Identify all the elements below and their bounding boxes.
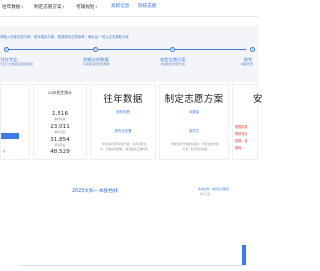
step-dot-3: 3	[170, 47, 175, 52]
step-sub-3: 模拟制定志愿方案	[160, 62, 185, 66]
login-card: 办	[0, 84, 30, 160]
chart-bar	[242, 245, 246, 265]
extra-text-3: 数据，含	[235, 139, 248, 143]
chart-axis	[20, 265, 245, 266]
view-by-school-link[interactable]: 院校查看	[91, 109, 155, 114]
extra-text-1: 根据高校	[235, 125, 248, 129]
feature-cards: 办 24年招生统计 1,516 本科院校 23,011 本科专业 31,854 …	[0, 84, 263, 160]
chart-note: 各地文科一本招生分数线	[198, 187, 229, 191]
stats-card: 24年招生统计 1,516 本科院校 23,011 本科专业 31,854 专科…	[33, 84, 87, 160]
process-steps: 请输入年度志愿方案，填写模拟方案，数据报告仅供参考，确认后一切以正式录取为准 1…	[0, 26, 258, 82]
extra-card: 安 根据高校 院校专业 数据，含 理政...	[232, 84, 263, 160]
chart-sub: 统计口径	[200, 193, 211, 196]
chevron-down-icon: ▾	[21, 5, 24, 9]
stat-label-3: 专科专业	[54, 143, 66, 147]
past-data-desc: 查询高校历年录取分数、往年录取位次、分数线等数据，助您做出正确判断	[100, 142, 148, 151]
info-banner: 请输入年度志愿方案，填写模拟方案，数据报告仅供参考，确认后一切以正式录取为准	[0, 35, 129, 39]
past-data-title: 往年数据	[103, 94, 143, 105]
top-navigation: 往年数据▾ 制定志愿方案▾ 考辅规划▾ 高校信息 院校志愿	[0, 0, 258, 17]
view-by-major-link[interactable]: 按专业查看	[91, 128, 155, 133]
step-dot-4: 4	[250, 47, 255, 52]
nav-item-school-pref[interactable]: 院校志愿	[138, 4, 156, 10]
extra-title: 安	[253, 94, 263, 105]
login-hint: 办	[3, 149, 6, 153]
past-data-card[interactable]: 往年数据 院校查看 按专业查看 查询高校历年录取分数、往年录取位次、分数线等数据…	[90, 84, 156, 160]
step-dot-2: 2	[93, 47, 98, 52]
stat-label-2: 本科专业	[54, 130, 66, 134]
stats-title: 24年招生统计	[48, 90, 72, 95]
nav-item-past-data[interactable]: 往年数据▾	[2, 4, 23, 11]
step-sub-1: 与自己分数相匹配的院校	[0, 62, 34, 66]
extra-text-2: 院校专业	[235, 132, 248, 136]
nav-item-plan[interactable]: 制定志愿方案▾	[34, 4, 64, 11]
stat-label-1: 本科院校	[54, 117, 66, 121]
login-button[interactable]	[1, 133, 19, 139]
chart-title: 2023文科一本投档线	[72, 189, 118, 194]
stat-value-4: 48,529	[50, 149, 70, 155]
steps-progress-line	[6, 49, 246, 50]
chevron-down-icon: ▾	[95, 5, 98, 9]
step-dot-1: 1	[4, 47, 9, 52]
plan-link-1[interactable]: 冲稳保	[160, 109, 228, 114]
plan-card[interactable]: 制定志愿方案 冲稳保 保学生 根据您的分数推荐院校，智能生成志愿方案，助您轻松填…	[159, 84, 229, 160]
extra-text-4: 理政...	[235, 146, 245, 150]
chevron-down-icon: ▾	[62, 5, 65, 9]
nav-item-school-info[interactable]: 高校信息	[111, 4, 129, 10]
plan-title: 制定志愿方案	[164, 94, 224, 105]
plan-desc: 根据您的分数推荐院校，智能生成志愿方案，助您轻松填报	[171, 142, 219, 151]
step-sub-4: 填报志愿	[240, 62, 253, 66]
step-sub-2: 高考各院校学生数据	[82, 62, 110, 66]
nav-item-guidance[interactable]: 考辅规划▾	[76, 4, 97, 11]
plan-link-2[interactable]: 保学生	[160, 128, 228, 133]
